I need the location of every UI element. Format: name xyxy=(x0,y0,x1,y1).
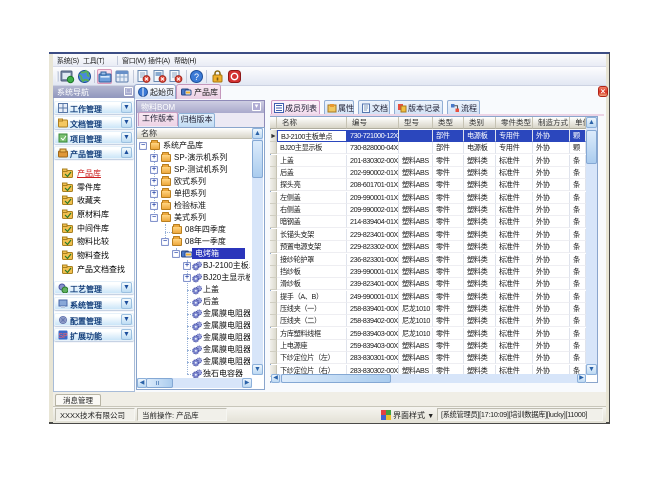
svg-text:SP: SP xyxy=(58,333,68,340)
svg-text:?: ? xyxy=(194,72,199,82)
